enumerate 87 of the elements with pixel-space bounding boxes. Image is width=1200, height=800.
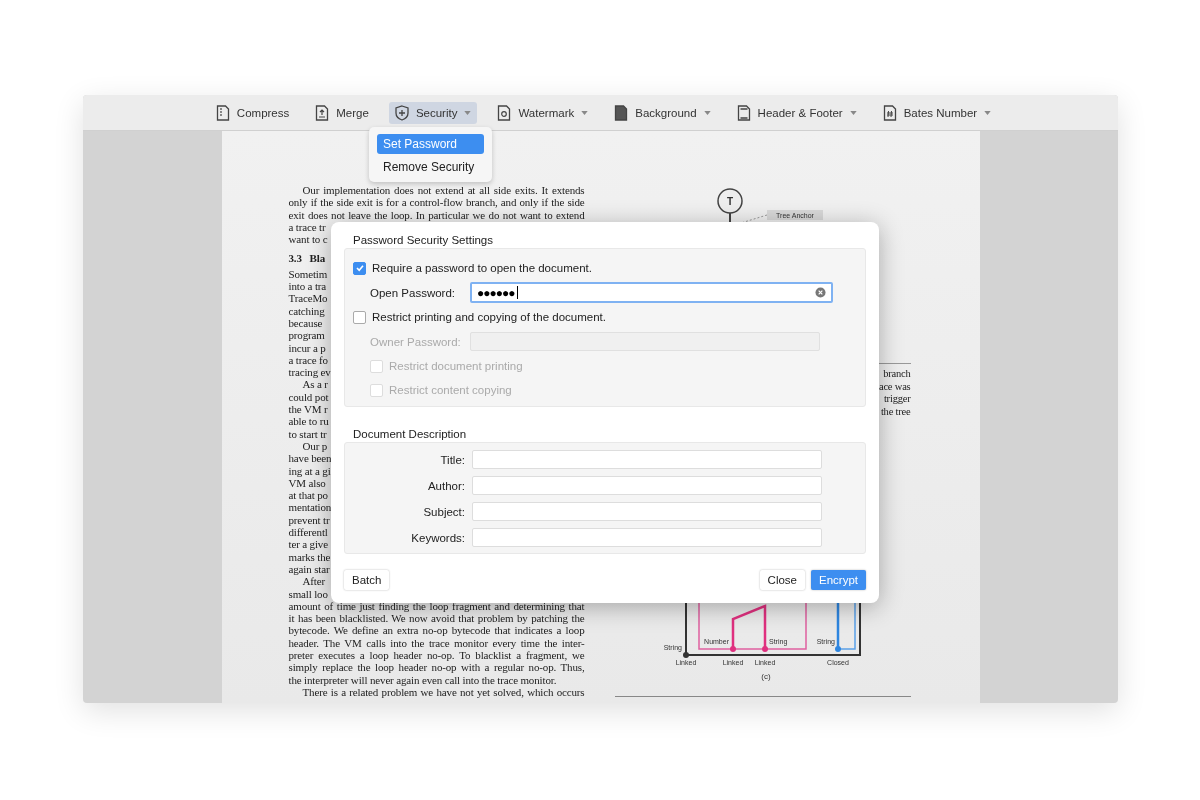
checkbox[interactable]	[353, 261, 366, 275]
text-line: a trace fo	[288, 353, 328, 367]
document-icon	[614, 104, 629, 121]
field-label: Keywords:	[410, 531, 465, 544]
toolbar-button[interactable]: Background	[608, 101, 717, 124]
text-line: Our p	[301, 439, 328, 453]
checkbox-label: Restrict document printing	[389, 360, 523, 372]
section-title: Password Security Settings	[352, 234, 494, 246]
text-line: prevent tr	[288, 513, 330, 526]
field-label: Owner Password:	[370, 335, 462, 348]
text-line: TraceMo	[288, 292, 328, 305]
text-line: want to c	[288, 233, 328, 246]
text-line: again star	[288, 562, 330, 576]
text-line: Our implementation does not extend at all side exits. It extends	[301, 184, 585, 197]
text-line: ace was	[878, 380, 911, 393]
text-line: only if the side exit is for a control-flow branch, and only if the side	[288, 196, 585, 209]
caret-icon	[703, 110, 711, 115]
text-line: mentation	[288, 501, 332, 514]
input-field[interactable]	[472, 450, 822, 469]
checkbox[interactable]	[353, 310, 366, 324]
shield-icon	[394, 104, 409, 121]
field-label: Author:	[426, 479, 465, 492]
text-line: ter a give	[288, 538, 328, 551]
toolbar-button[interactable]: Header & Footer	[730, 101, 863, 124]
checkbox-label: Restrict content copying	[389, 384, 512, 396]
text-line: VM also	[288, 476, 326, 490]
caret-icon	[464, 110, 472, 115]
caret-icon	[849, 110, 857, 115]
text-line: because	[288, 316, 323, 330]
text-line: bytecode. We define an extra no-op bytecode that indicates a loop	[288, 624, 585, 637]
text-line: amount of time just finding the loop fragment and determining that	[288, 599, 585, 613]
menu-item[interactable]: Remove Security	[377, 157, 484, 177]
field-label: Title:	[439, 453, 465, 466]
text-line: preter executes a loop header no-op. To blacklist a fragment, we	[288, 649, 585, 662]
text-line: the VM r	[288, 403, 328, 416]
text-line: branch	[882, 368, 911, 381]
text-line: the tree	[879, 405, 911, 418]
toolbar-button[interactable]: Security	[388, 101, 478, 124]
text-line: into a tra	[288, 280, 327, 293]
document-icon	[315, 104, 330, 121]
text-line: incur a p	[288, 341, 326, 354]
text-line: tracing ev	[288, 366, 331, 379]
toolbar-button[interactable]: Merge	[309, 101, 375, 124]
text-line: 3.3 Bla	[288, 252, 326, 265]
text-line: marks the	[288, 550, 331, 563]
button[interactable]: Batch	[344, 570, 390, 590]
text-line: After	[301, 575, 325, 588]
field-label: Subject:	[422, 505, 465, 518]
input-field[interactable]	[472, 476, 822, 495]
text-line: exit does not leave the loop. In particular we do not want to extend	[288, 208, 585, 221]
caret-icon	[984, 110, 992, 115]
text-line: at that po	[288, 489, 328, 502]
text-line: could pot	[288, 390, 329, 404]
caret-icon	[581, 110, 589, 115]
text-line: trigger	[882, 393, 911, 406]
document-icon	[215, 104, 230, 121]
text-line: to start tr	[288, 427, 327, 440]
text-line: differentl	[288, 526, 328, 539]
text-line: small loo	[288, 587, 328, 600]
section-title: Document Description	[352, 428, 468, 440]
text-line: catching	[288, 304, 325, 317]
text-line: header. The VM calls into the trace monitor every time the inter-	[288, 636, 585, 649]
clear-icon[interactable]	[815, 287, 826, 298]
text-line: There is a related problem we have not yet solved, which occurs	[301, 685, 585, 699]
password-field[interactable]: ●●●●●●	[470, 282, 833, 303]
toolbar-button[interactable]: Compress	[209, 101, 296, 124]
text-line: ing at a gi	[288, 464, 331, 477]
text-line: have been	[288, 452, 332, 465]
field-label: Open Password:	[370, 286, 456, 299]
text-line: a trace tr	[288, 220, 326, 234]
input-field[interactable]	[472, 528, 822, 547]
text-line: program	[288, 329, 325, 342]
document-icon	[736, 104, 751, 121]
input-field[interactable]	[472, 502, 822, 521]
text-line: simply replace the loop header no-op with a regular no-op. Thus,	[288, 661, 585, 674]
toolbar-button[interactable]: Watermark	[491, 101, 595, 124]
checkbox-label: Restrict printing and copying of the document.	[372, 311, 606, 323]
checkbox-label: Require a password to open the document.	[372, 262, 592, 274]
button[interactable]: Close	[759, 570, 805, 590]
text-line: the interpreter will never again even call into the trace monitor.	[288, 673, 557, 686]
document-icon	[497, 104, 512, 121]
text-line: Sometim	[288, 267, 328, 281]
text-line: able to ru	[288, 415, 329, 428]
text-line: As a r	[301, 378, 328, 391]
text-line: it has been blacklisted. We now avoid that problem by patching the	[288, 612, 585, 625]
document-icon	[882, 104, 897, 121]
toolbar-button[interactable]: Bates Number	[876, 101, 998, 124]
